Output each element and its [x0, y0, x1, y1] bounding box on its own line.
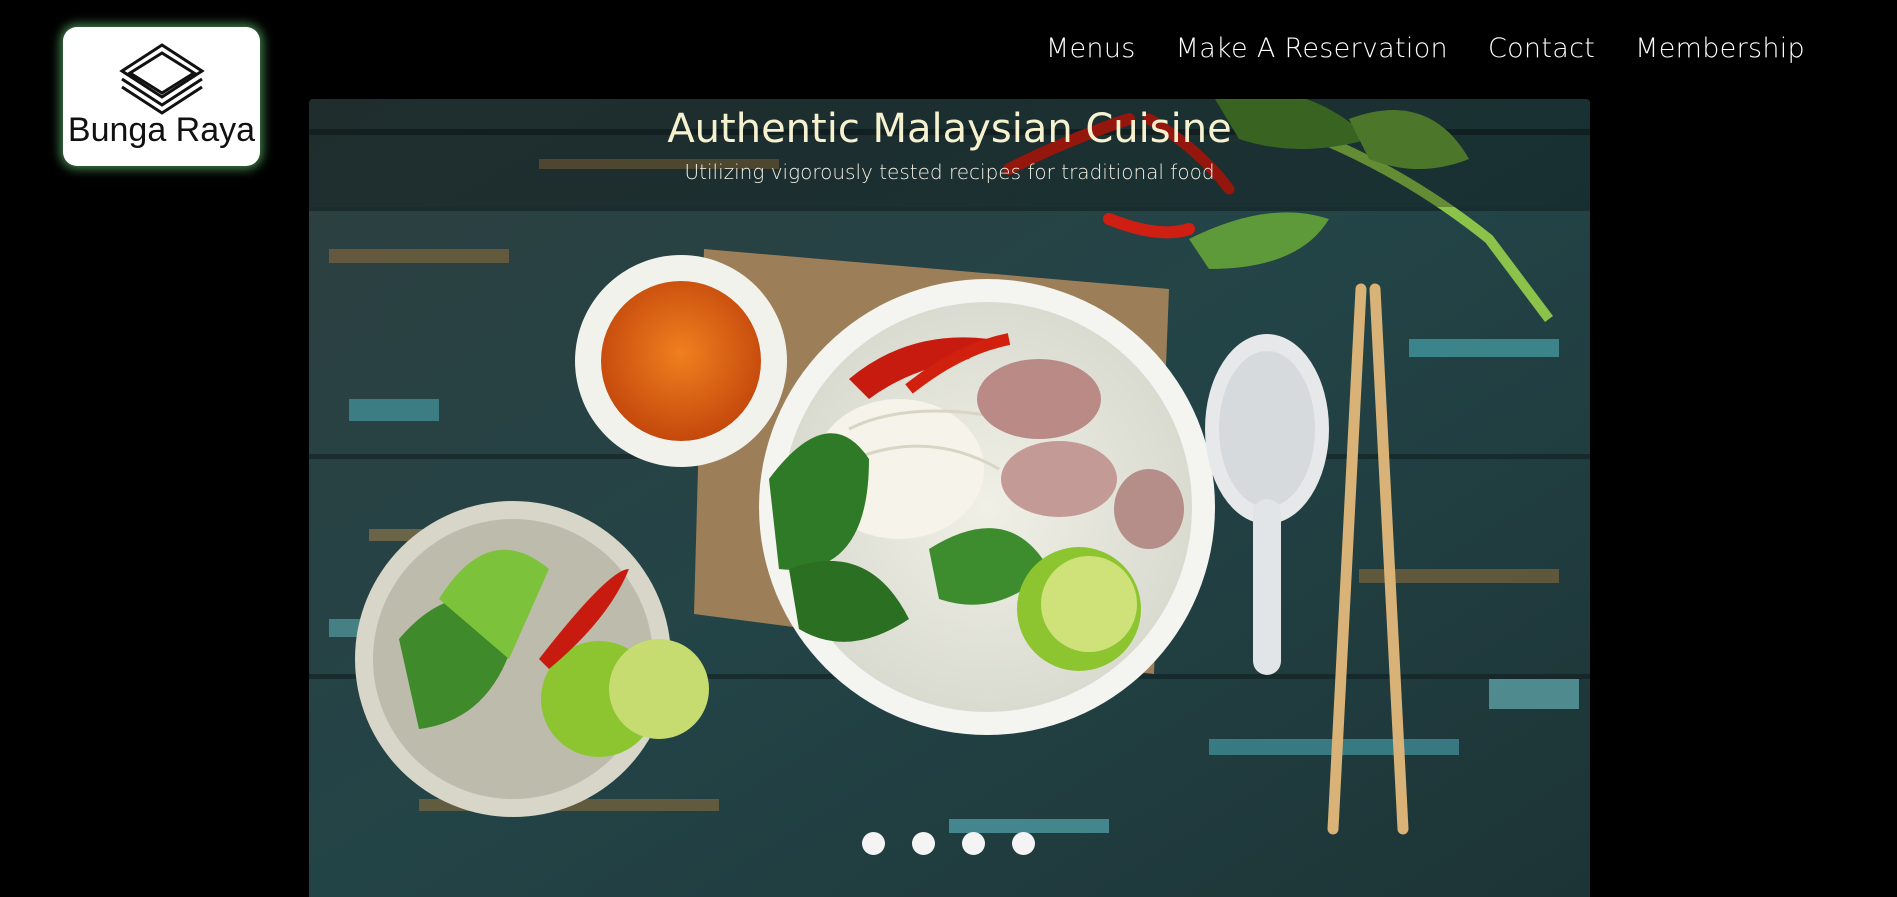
brand-logo[interactable]: Bunga Raya: [63, 27, 260, 166]
hero-title: Authentic Malaysian Cuisine: [667, 106, 1232, 152]
nav-link-menus[interactable]: Menus: [1046, 29, 1136, 69]
hero-carousel[interactable]: Authentic Malaysian Cuisine Utilizing vi…: [309, 99, 1590, 897]
page: Bunga Raya Menus Make A Reservation Cont…: [0, 0, 1897, 897]
carousel-dot-2[interactable]: [912, 832, 935, 855]
hero-caption: Authentic Malaysian Cuisine Utilizing vi…: [309, 99, 1590, 207]
carousel-indicators: [862, 832, 1035, 855]
nav-link-membership[interactable]: Membership: [1635, 29, 1805, 69]
main-nav: Menus Make A Reservation Contact Members…: [1046, 29, 1805, 69]
carousel-dot-1[interactable]: [862, 832, 885, 855]
hero-subtitle: Utilizing vigorously tested recipes for …: [684, 160, 1215, 184]
hero-food-image: [309, 99, 1590, 897]
carousel-dot-4[interactable]: [1012, 832, 1035, 855]
nav-link-contact[interactable]: Contact: [1488, 29, 1595, 69]
brand-name: Bunga Raya: [67, 111, 256, 149]
carousel-dot-3[interactable]: [962, 832, 985, 855]
layered-diamond-icon: [119, 43, 205, 115]
nav-link-reservation[interactable]: Make A Reservation: [1176, 29, 1448, 69]
